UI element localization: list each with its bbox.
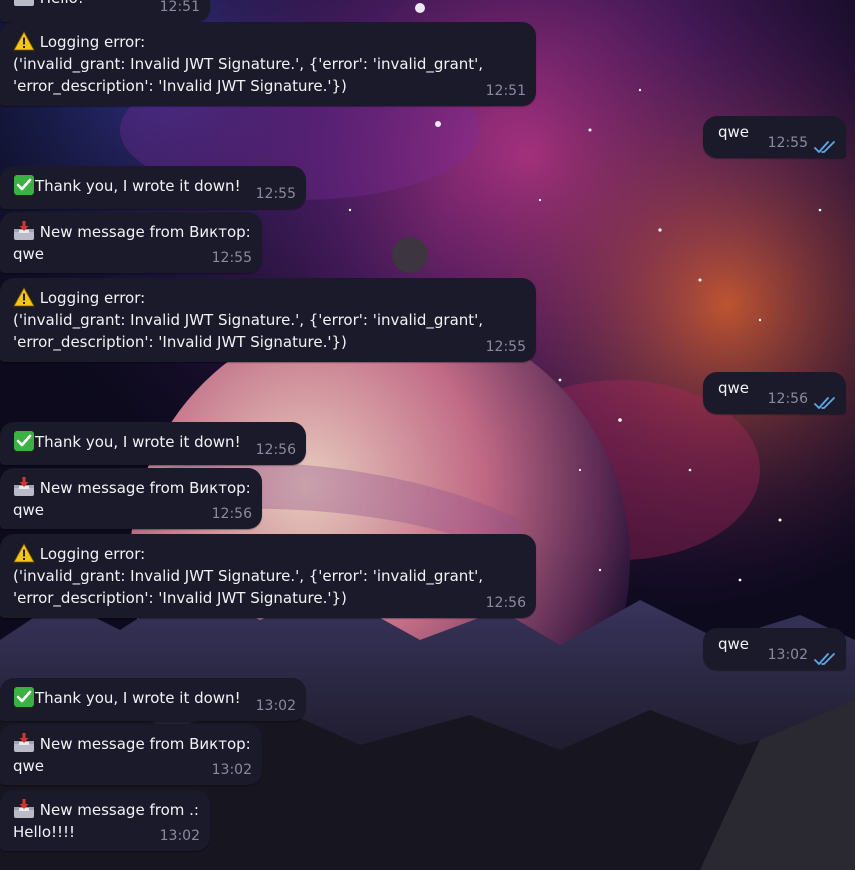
message-text: qwe bbox=[718, 633, 749, 655]
message-line: Hello! bbox=[13, 0, 84, 9]
outgoing-message-bubble[interactable]: qwe 12:56 bbox=[703, 372, 846, 414]
message-line: 'error_description': 'Invalid JWT Signat… bbox=[13, 589, 347, 607]
inbox-tray-icon bbox=[13, 733, 35, 753]
check-mark-button-icon bbox=[13, 687, 35, 707]
message-line: New message from Виктор: bbox=[13, 477, 251, 499]
message-text: qwe bbox=[718, 377, 749, 399]
read-double-check-icon bbox=[814, 394, 836, 409]
warning-icon bbox=[13, 31, 35, 51]
incoming-message-bubble[interactable]: Hello! 12:51 bbox=[0, 0, 210, 22]
check-mark-button-icon bbox=[13, 431, 35, 451]
incoming-message-bubble[interactable]: Thank you, I wrote it down! 12:56 bbox=[0, 422, 306, 465]
warning-icon bbox=[13, 287, 35, 307]
incoming-message-bubble[interactable]: New message from Виктор: qwe 13:02 bbox=[0, 724, 262, 785]
inbox-tray-icon bbox=[13, 477, 35, 497]
message-line: Thank you, I wrote it down! bbox=[13, 175, 241, 197]
message-text: Logging error: ('invalid_grant: Invalid J… bbox=[13, 543, 483, 609]
message-timestamp: 13:02 bbox=[255, 698, 296, 714]
chat-message-list: Hello! 12:51 Logging error: ('invalid_gran… bbox=[0, 0, 855, 870]
incoming-message-bubble[interactable]: New message from .: Hello!!!! 13:02 bbox=[0, 790, 210, 851]
incoming-message-bubble[interactable]: Logging error: ('invalid_grant: Invalid J… bbox=[0, 278, 536, 362]
message-line: Thank you, I wrote it down! bbox=[13, 431, 241, 453]
inbox-tray-icon bbox=[13, 799, 35, 819]
message-timestamp: 13:02 bbox=[159, 828, 200, 844]
message-line: New message from .: bbox=[13, 799, 199, 821]
message-timestamp: 12:51 bbox=[159, 0, 200, 15]
message-timestamp: 12:56 bbox=[767, 391, 808, 407]
incoming-message-bubble[interactable]: Logging error: ('invalid_grant: Invalid J… bbox=[0, 534, 536, 618]
outgoing-message-bubble[interactable]: qwe 13:02 bbox=[703, 628, 846, 670]
outgoing-message-bubble[interactable]: qwe 12:55 bbox=[703, 116, 846, 158]
message-line: qwe bbox=[718, 635, 750, 653]
message-text: qwe bbox=[718, 121, 749, 143]
message-line: Thank you, I wrote it down! bbox=[13, 687, 241, 709]
message-text: Thank you, I wrote it down! bbox=[13, 175, 241, 197]
message-timestamp: 12:55 bbox=[255, 186, 296, 202]
message-text: Thank you, I wrote it down! bbox=[13, 431, 241, 453]
message-line: Logging error: bbox=[13, 31, 483, 53]
read-double-check-icon bbox=[814, 650, 836, 665]
incoming-message-bubble[interactable]: Thank you, I wrote it down! 13:02 bbox=[0, 678, 306, 721]
message-line: 'error_description': 'Invalid JWT Signat… bbox=[13, 333, 347, 351]
message-timestamp: 12:55 bbox=[211, 250, 252, 266]
message-text: Logging error: ('invalid_grant: Invalid J… bbox=[13, 287, 483, 353]
inbox-tray-icon bbox=[13, 0, 35, 7]
check-mark-button-icon bbox=[13, 175, 35, 195]
read-double-check-icon bbox=[814, 138, 836, 153]
message-text: Hello! bbox=[13, 0, 84, 9]
message-text: Thank you, I wrote it down! bbox=[13, 687, 241, 709]
message-timestamp: 12:51 bbox=[485, 83, 526, 99]
message-line: New message from Виктор: bbox=[13, 733, 251, 755]
incoming-message-bubble[interactable]: Logging error: ('invalid_grant: Invalid J… bbox=[0, 22, 536, 106]
message-line: ('invalid_grant: Invalid JWT Signature.'… bbox=[13, 567, 484, 585]
incoming-message-bubble[interactable]: New message from Виктор: qwe 12:55 bbox=[0, 212, 262, 273]
message-line: ('invalid_grant: Invalid JWT Signature.'… bbox=[13, 55, 484, 73]
inbox-tray-icon bbox=[13, 221, 35, 241]
incoming-message-bubble[interactable]: Thank you, I wrote it down! 12:55 bbox=[0, 166, 306, 209]
message-timestamp: 12:56 bbox=[485, 595, 526, 611]
message-line: qwe bbox=[718, 123, 750, 141]
message-timestamp: 13:02 bbox=[767, 647, 808, 663]
message-line: New message from Виктор: bbox=[13, 221, 251, 243]
message-timestamp: 12:56 bbox=[211, 506, 252, 522]
message-line: Logging error: bbox=[13, 543, 483, 565]
message-line: qwe bbox=[718, 379, 750, 397]
message-timestamp: 12:55 bbox=[767, 135, 808, 151]
message-timestamp: 13:02 bbox=[211, 762, 252, 778]
message-line: 'error_description': 'Invalid JWT Signat… bbox=[13, 77, 347, 95]
incoming-message-bubble[interactable]: New message from Виктор: qwe 12:56 bbox=[0, 468, 262, 529]
message-text: Logging error: ('invalid_grant: Invalid J… bbox=[13, 31, 483, 97]
warning-icon bbox=[13, 543, 35, 563]
message-line: Logging error: bbox=[13, 287, 483, 309]
message-timestamp: 12:56 bbox=[255, 442, 296, 458]
message-line: ('invalid_grant: Invalid JWT Signature.'… bbox=[13, 311, 484, 329]
message-timestamp: 12:55 bbox=[485, 339, 526, 355]
